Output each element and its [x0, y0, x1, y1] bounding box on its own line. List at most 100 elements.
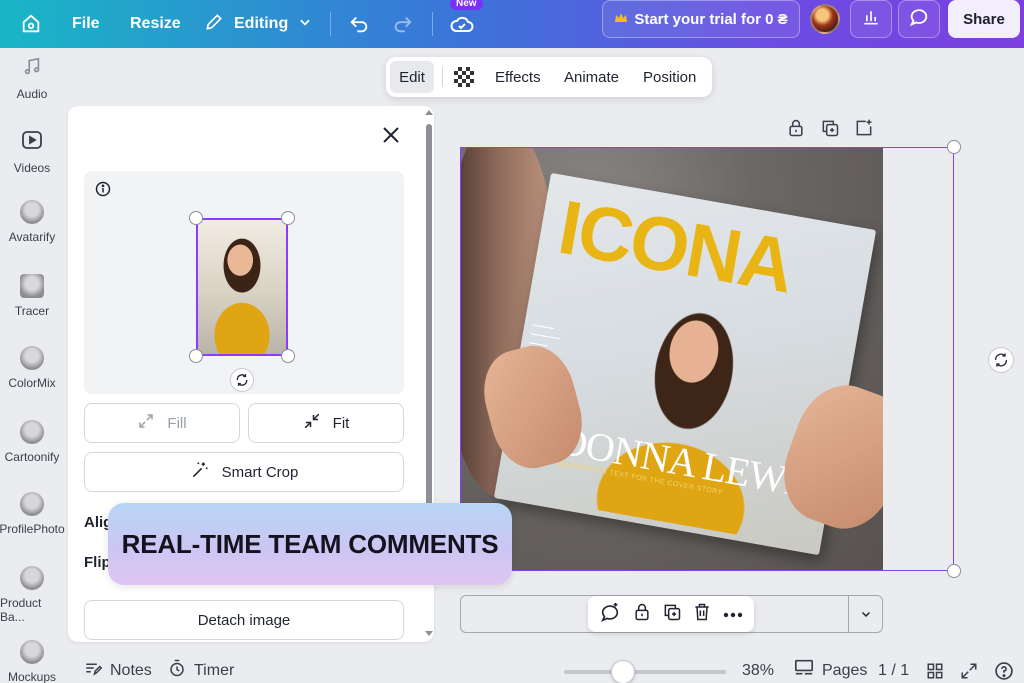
rail-item-label: Product Ba... [0, 596, 42, 624]
scroll-up-icon[interactable] [424, 108, 434, 116]
rail-item-audio[interactable]: Audio [0, 56, 64, 101]
more-options-icon[interactable] [723, 605, 743, 623]
analytics-button[interactable] [850, 0, 892, 38]
share-button[interactable]: Share [948, 0, 1020, 38]
crop-handle-bottom-right[interactable] [281, 349, 295, 363]
fit-button[interactable]: Fit [248, 403, 404, 443]
effects-button[interactable]: Effects [495, 57, 541, 97]
canvas-actions [786, 118, 874, 140]
comments-button[interactable] [898, 0, 940, 38]
editing-mode-dropdown[interactable]: Editing [204, 0, 312, 48]
rail-item-label: Avatarify [8, 230, 56, 244]
smart-crop-label: Smart Crop [221, 463, 299, 481]
rail-item-label: ColorMix [8, 376, 56, 390]
rail-item-product-background[interactable]: Product Ba... [0, 566, 64, 624]
rail-item-colormix[interactable]: ColorMix [0, 346, 64, 390]
fill-button[interactable]: Fill [84, 403, 240, 443]
page-count: 1 / 1 [878, 661, 910, 679]
lock-icon[interactable] [632, 602, 652, 627]
scroll-thumb[interactable] [426, 124, 432, 524]
trash-icon[interactable] [692, 602, 712, 627]
rail-item-videos[interactable]: Videos [0, 128, 64, 175]
crop-preview [84, 171, 404, 394]
pages-button[interactable]: Pages [794, 655, 867, 683]
add-comment-icon[interactable] [599, 601, 621, 628]
left-rail: Audio Videos Avatarify Tracer ColorMix C… [0, 48, 65, 683]
start-trial-button[interactable]: Start your trial for 0 ₴ [602, 0, 800, 38]
crop-handle-top-right[interactable] [281, 211, 295, 225]
fit-label: Fit [332, 414, 350, 432]
shrink-icon [303, 412, 321, 434]
fullscreen-icon[interactable] [960, 655, 978, 683]
zoom-slider-handle[interactable] [611, 660, 635, 683]
transparency-button[interactable] [454, 57, 474, 97]
canvas-handle-top-right[interactable] [947, 140, 961, 154]
crop-thumbnail[interactable] [196, 218, 288, 356]
canvas-handle-bottom-right[interactable] [947, 564, 961, 578]
duplicate-icon[interactable] [820, 118, 840, 140]
divider [432, 12, 433, 36]
chevron-down-icon[interactable] [850, 596, 882, 632]
rail-item-tracer[interactable]: Tracer [0, 274, 64, 318]
element-action-toolbar [588, 596, 754, 632]
rail-item-label: Mockups [7, 670, 57, 683]
zoom-level[interactable]: 38% [742, 655, 774, 683]
selection-frame [460, 147, 954, 571]
home-icon[interactable] [20, 0, 42, 48]
notes-icon [84, 659, 103, 682]
timer-button[interactable]: Timer [168, 655, 234, 683]
rail-item-label: ProfilePhoto [0, 522, 65, 536]
position-button[interactable]: Position [643, 57, 696, 97]
edit-button[interactable]: Edit [390, 61, 434, 93]
resize-menu[interactable]: Resize [130, 0, 181, 48]
add-page-icon[interactable] [854, 118, 874, 140]
start-trial-label: Start your trial for 0 ₴ [634, 10, 788, 28]
help-icon[interactable] [994, 655, 1014, 683]
info-icon[interactable] [95, 181, 111, 202]
avatarify-app-icon [20, 200, 44, 224]
pages-label: Pages [822, 661, 868, 679]
feature-banner: REAL-TIME TEAM COMMENTS [108, 503, 512, 585]
detach-image-button[interactable]: Detach image [84, 600, 404, 640]
rail-item-profilephoto[interactable]: ProfilePhoto [0, 492, 65, 536]
rail-item-label: Videos [13, 161, 51, 175]
notes-button[interactable]: Notes [84, 655, 152, 683]
crop-handle-top-left[interactable] [189, 211, 203, 225]
close-icon[interactable] [378, 122, 404, 148]
undo-icon[interactable] [348, 0, 370, 48]
redo-icon[interactable] [392, 0, 414, 48]
animate-button[interactable]: Animate [564, 57, 619, 97]
profilephoto-app-icon [20, 492, 44, 516]
grid-view-icon[interactable] [926, 655, 944, 683]
pencil-icon [204, 12, 224, 37]
lock-icon[interactable] [786, 118, 806, 140]
notes-label: Notes [110, 661, 152, 679]
feature-banner-text: REAL-TIME TEAM COMMENTS [121, 528, 499, 559]
rail-item-label: Audio [16, 87, 48, 101]
detach-image-label: Detach image [197, 611, 291, 629]
fill-label: Fill [167, 414, 187, 432]
rail-item-avatarify[interactable]: Avatarify [0, 200, 64, 244]
avatar[interactable] [810, 4, 840, 34]
scroll-down-icon[interactable] [424, 630, 434, 638]
file-menu[interactable]: File [72, 0, 100, 48]
expand-icon [137, 412, 155, 434]
divider [330, 12, 331, 36]
rotate-icon[interactable] [988, 347, 1014, 373]
cartoonify-app-icon [20, 420, 44, 444]
crop-handle-bottom-left[interactable] [189, 349, 203, 363]
music-note-icon [21, 56, 43, 81]
rail-item-label: Cartoonify [4, 450, 60, 464]
smart-crop-button[interactable]: Smart Crop [84, 452, 404, 492]
bar-chart-icon [861, 7, 881, 32]
rotate-icon[interactable] [230, 368, 254, 392]
rail-item-cartoonify[interactable]: Cartoonify [0, 420, 64, 464]
zoom-slider-track[interactable] [564, 670, 726, 674]
tracer-app-icon [20, 274, 44, 298]
top-bar: File Resize Editing New Start your trial… [0, 0, 1024, 48]
rail-item-mockups[interactable]: Mockups [0, 640, 64, 683]
divider [442, 67, 443, 87]
rail-item-label: Tracer [14, 304, 50, 318]
duplicate-icon[interactable] [662, 602, 682, 627]
context-toolbar: Edit Effects Animate Position [386, 57, 712, 97]
